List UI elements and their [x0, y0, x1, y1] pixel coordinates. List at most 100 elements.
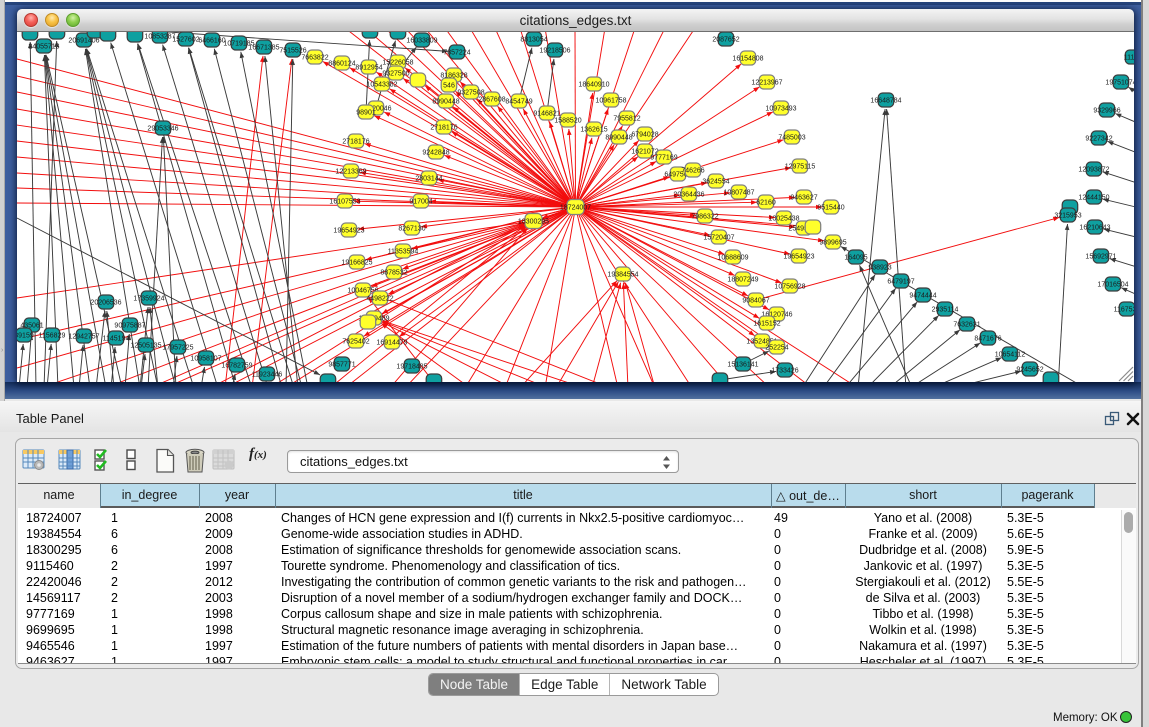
- svg-text:4498222: 4498222: [366, 296, 393, 303]
- svg-text:18300295: 18300295: [518, 219, 549, 226]
- svg-text:19218506: 19218506: [539, 48, 570, 55]
- svg-text:8912954: 8912954: [355, 65, 382, 72]
- svg-text:16107553: 16107553: [329, 199, 360, 206]
- svg-text:20364436: 20364436: [673, 192, 704, 199]
- svg-text:9146821: 9146821: [533, 111, 560, 118]
- svg-text:6794028: 6794028: [631, 132, 658, 139]
- svg-text:2935114: 2935114: [932, 307, 959, 314]
- svg-text:9463627: 9463627: [790, 195, 817, 202]
- svg-text:7485003: 7485003: [778, 135, 805, 142]
- svg-text:10543382: 10543382: [366, 82, 397, 89]
- svg-text:12975115: 12975115: [785, 164, 816, 171]
- svg-text:6479197: 6479197: [887, 279, 914, 286]
- svg-text:29053346: 29053346: [147, 126, 178, 133]
- svg-text:8813054: 8813054: [520, 37, 547, 44]
- svg-text:10654112: 10654112: [995, 352, 1026, 359]
- svg-text:6466160: 6466160: [198, 38, 225, 45]
- svg-text:18640910: 18640910: [578, 82, 609, 89]
- svg-text:938923: 938923: [868, 265, 891, 272]
- svg-text:16210643: 16210643: [1079, 225, 1110, 232]
- svg-text:18807249: 18807249: [727, 277, 758, 284]
- svg-text:9515440: 9515440: [817, 205, 844, 212]
- svg-text:8471676: 8471676: [974, 336, 1001, 343]
- svg-text:1167534: 1167534: [1114, 307, 1134, 314]
- svg-text:10688609: 10688609: [717, 255, 748, 262]
- svg-text:16782759: 16782759: [221, 363, 252, 370]
- svg-text:2087652: 2087652: [712, 37, 739, 44]
- svg-text:19751074: 19751074: [1105, 80, 1134, 87]
- svg-text:2803144: 2803144: [415, 176, 442, 183]
- svg-text:12942757: 12942757: [68, 334, 99, 341]
- svg-text:20206536: 20206536: [90, 300, 121, 307]
- svg-text:19654923: 19654923: [333, 228, 364, 235]
- svg-text:1733426: 1733426: [771, 368, 798, 375]
- svg-text:10853287: 10853287: [144, 34, 175, 41]
- svg-text:546: 546: [443, 83, 455, 90]
- svg-text:19654923: 19654923: [783, 254, 814, 261]
- svg-text:7986322: 7986322: [691, 214, 718, 221]
- svg-text:10958107: 10958107: [190, 356, 221, 363]
- svg-text:2718176: 2718176: [430, 125, 457, 132]
- svg-text:1156829: 1156829: [39, 333, 66, 340]
- svg-text:2718176: 2718176: [342, 139, 369, 146]
- svg-text:7515526: 7515526: [279, 48, 306, 55]
- svg-text:12213967: 12213967: [751, 80, 782, 87]
- svg-text:11173: 11173: [1124, 55, 1134, 62]
- svg-text:1527602: 1527602: [172, 37, 199, 44]
- svg-text:17359924: 17359924: [133, 296, 164, 303]
- svg-text:62160: 62160: [756, 200, 776, 207]
- svg-text:90975887: 90975887: [114, 323, 145, 330]
- svg-text:9329966: 9329966: [1093, 108, 1120, 115]
- svg-text:252254: 252254: [765, 345, 788, 352]
- svg-text:9474444: 9474444: [909, 293, 936, 300]
- svg-text:15136141: 15136141: [727, 362, 758, 369]
- svg-text:15692971: 15692971: [1085, 254, 1116, 261]
- svg-text:9327508: 9327508: [457, 90, 484, 97]
- svg-text:1588520: 1588520: [554, 118, 581, 125]
- svg-text:7857224: 7857224: [443, 50, 470, 57]
- svg-text:16648784: 16648784: [870, 98, 901, 105]
- svg-text:11923446: 11923446: [252, 372, 283, 379]
- svg-text:24055713: 24055713: [28, 44, 59, 51]
- svg-text:11353594: 11353594: [388, 249, 419, 256]
- svg-text:18724007: 18724007: [560, 205, 591, 212]
- svg-text:8454749: 8454749: [505, 99, 532, 106]
- svg-text:9245652: 9245652: [1016, 367, 1043, 374]
- svg-text:17016504: 17016504: [1097, 282, 1128, 289]
- svg-text:9227342: 9227342: [1085, 136, 1112, 143]
- svg-text:9899695: 9899695: [819, 240, 846, 247]
- svg-text:16671385: 16671385: [248, 45, 279, 52]
- svg-text:7632621: 7632621: [953, 322, 980, 329]
- svg-text:7663822: 7663822: [301, 55, 328, 62]
- svg-text:16154808: 16154808: [732, 56, 763, 63]
- svg-text:164095: 164095: [844, 255, 867, 262]
- svg-text:917004: 917004: [409, 199, 432, 206]
- svg-text:10025438: 10025438: [768, 216, 799, 223]
- svg-text:16033809: 16033809: [406, 38, 437, 45]
- svg-text:12505135: 12505135: [130, 343, 161, 350]
- svg-text:8990448: 8990448: [432, 99, 459, 106]
- svg-text:10756928: 10756928: [774, 284, 805, 291]
- svg-text:3624554: 3624554: [702, 179, 729, 186]
- svg-text:8267130: 8267130: [398, 226, 425, 233]
- svg-text:10807487: 10807487: [723, 190, 754, 197]
- svg-text:746266: 746266: [681, 168, 704, 175]
- svg-text:15720407: 15720407: [703, 235, 734, 242]
- svg-text:19384554: 19384554: [607, 272, 638, 279]
- svg-text:9242848: 9242848: [422, 150, 449, 157]
- svg-text:10973493: 10973493: [765, 106, 796, 113]
- svg-text:12093872: 12093872: [1078, 167, 1109, 174]
- svg-text:17957225: 17957225: [162, 345, 193, 352]
- svg-text:19718485: 19718485: [396, 364, 427, 371]
- svg-text:8878532: 8878532: [380, 270, 407, 277]
- svg-text:1145194: 1145194: [103, 336, 130, 343]
- svg-text:8860124: 8860124: [328, 61, 355, 68]
- svg-text:9327500: 9327500: [382, 71, 409, 78]
- svg-text:19166825: 19166825: [341, 260, 372, 267]
- svg-text:12444150: 12444150: [1078, 195, 1109, 202]
- svg-text:2867608: 2867608: [478, 97, 505, 104]
- svg-text:1615152: 1615152: [753, 321, 780, 328]
- svg-text:7955812: 7955812: [613, 116, 640, 123]
- svg-text:16914479: 16914479: [376, 340, 407, 347]
- svg-text:3215953: 3215953: [1054, 213, 1081, 220]
